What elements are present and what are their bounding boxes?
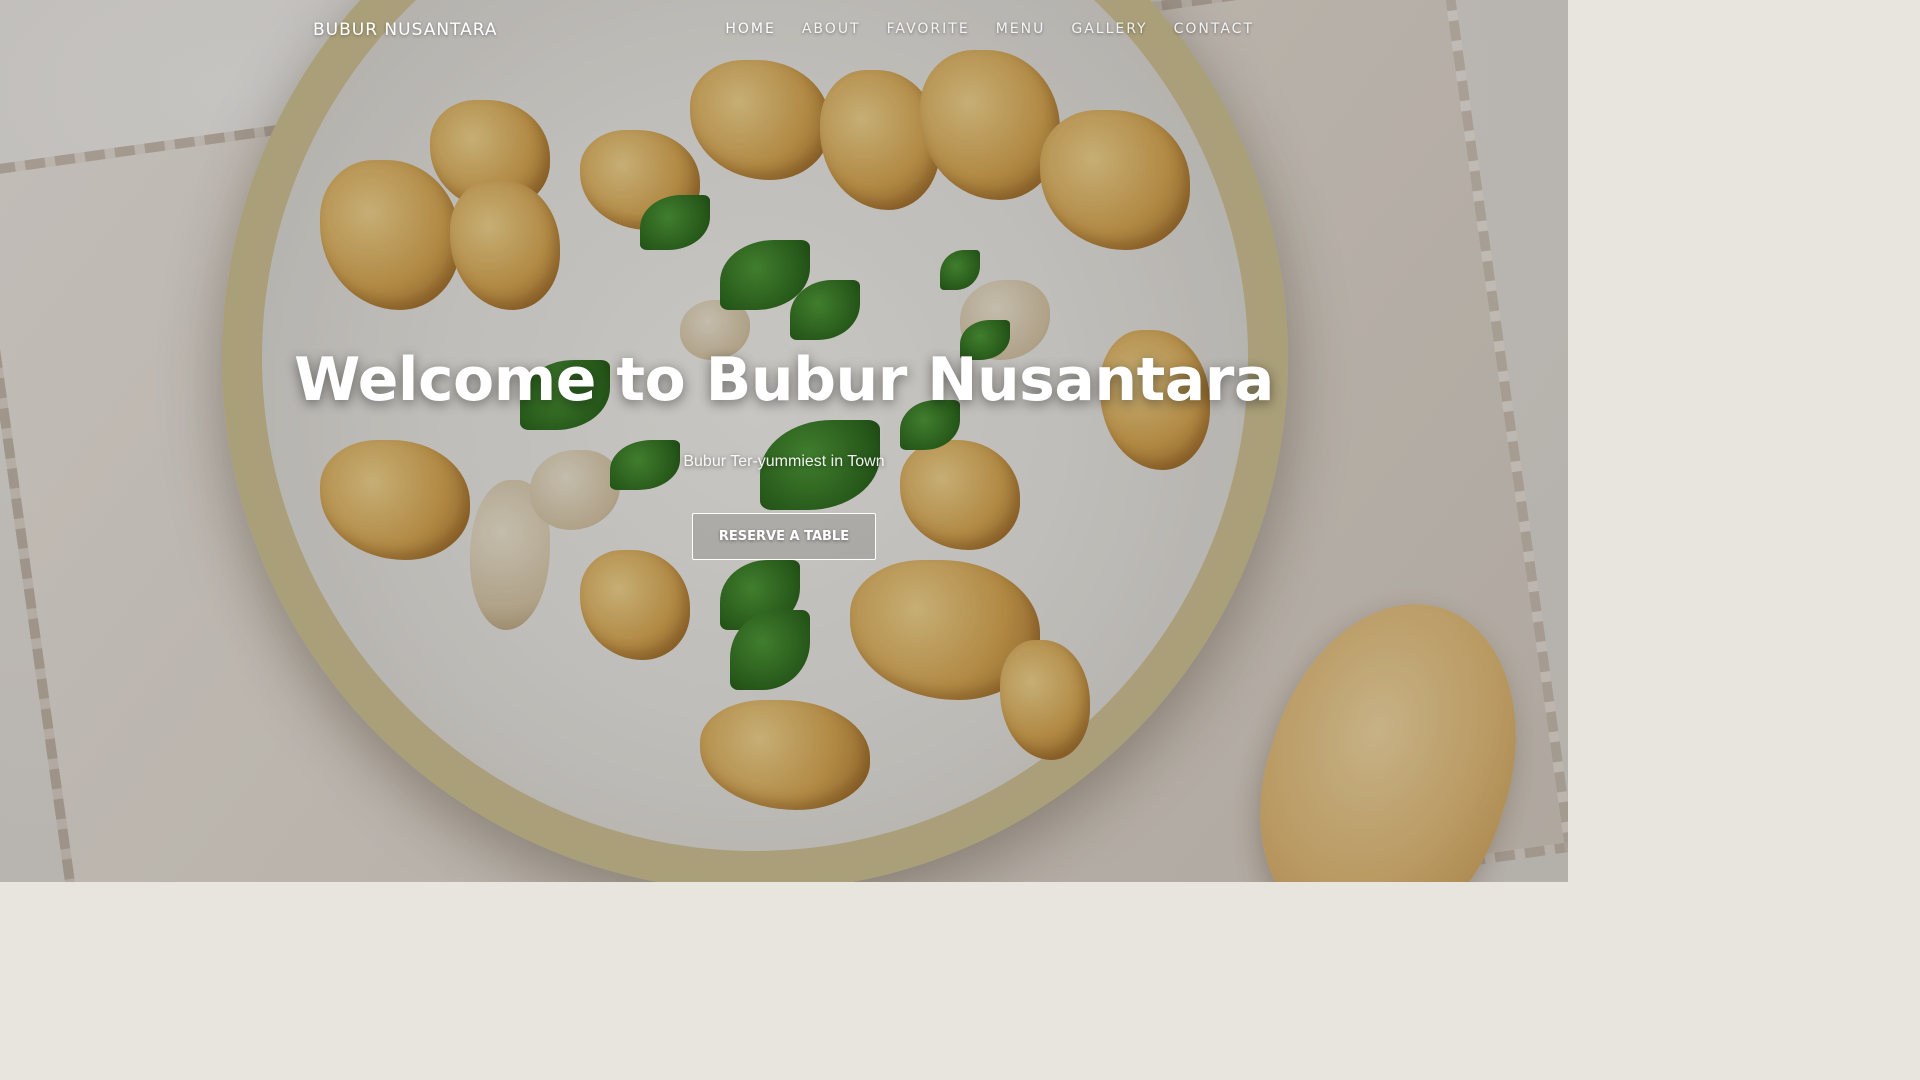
hero-subtitle: Bubur Ter-yummiest in Town bbox=[683, 453, 885, 470]
nav-link-menu[interactable]: MENU bbox=[996, 21, 1046, 37]
nav-menu: HOME ABOUT FAVORITE MENU GALLERY CONTACT bbox=[725, 20, 1254, 38]
nav-item-favorite: FAVORITE bbox=[887, 20, 970, 38]
hero-content: Welcome to Bubur Nusantara Bubur Ter-yum… bbox=[0, 345, 1568, 560]
nav-item-gallery: GALLERY bbox=[1071, 20, 1147, 38]
nav-item-about: ABOUT bbox=[802, 20, 861, 38]
reserve-table-button[interactable]: RESERVE A TABLE bbox=[691, 513, 877, 560]
nav-link-about[interactable]: ABOUT bbox=[802, 21, 861, 37]
nav-link-gallery[interactable]: GALLERY bbox=[1071, 21, 1147, 37]
hero-section: BUBUR NUSANTARA HOME ABOUT FAVORITE MENU… bbox=[0, 0, 1568, 882]
nav-item-home: HOME bbox=[725, 20, 775, 38]
brand-logo[interactable]: BUBUR NUSANTARA bbox=[313, 20, 498, 40]
nav-link-contact[interactable]: CONTACT bbox=[1174, 21, 1254, 37]
nav-item-menu: MENU bbox=[996, 20, 1046, 38]
nav-link-home[interactable]: HOME bbox=[725, 21, 775, 37]
hero-title: Welcome to Bubur Nusantara bbox=[294, 345, 1274, 415]
nav-link-favorite[interactable]: FAVORITE bbox=[887, 21, 970, 37]
navbar: BUBUR NUSANTARA HOME ABOUT FAVORITE MENU… bbox=[0, 0, 1568, 60]
nav-item-contact: CONTACT bbox=[1174, 20, 1254, 38]
